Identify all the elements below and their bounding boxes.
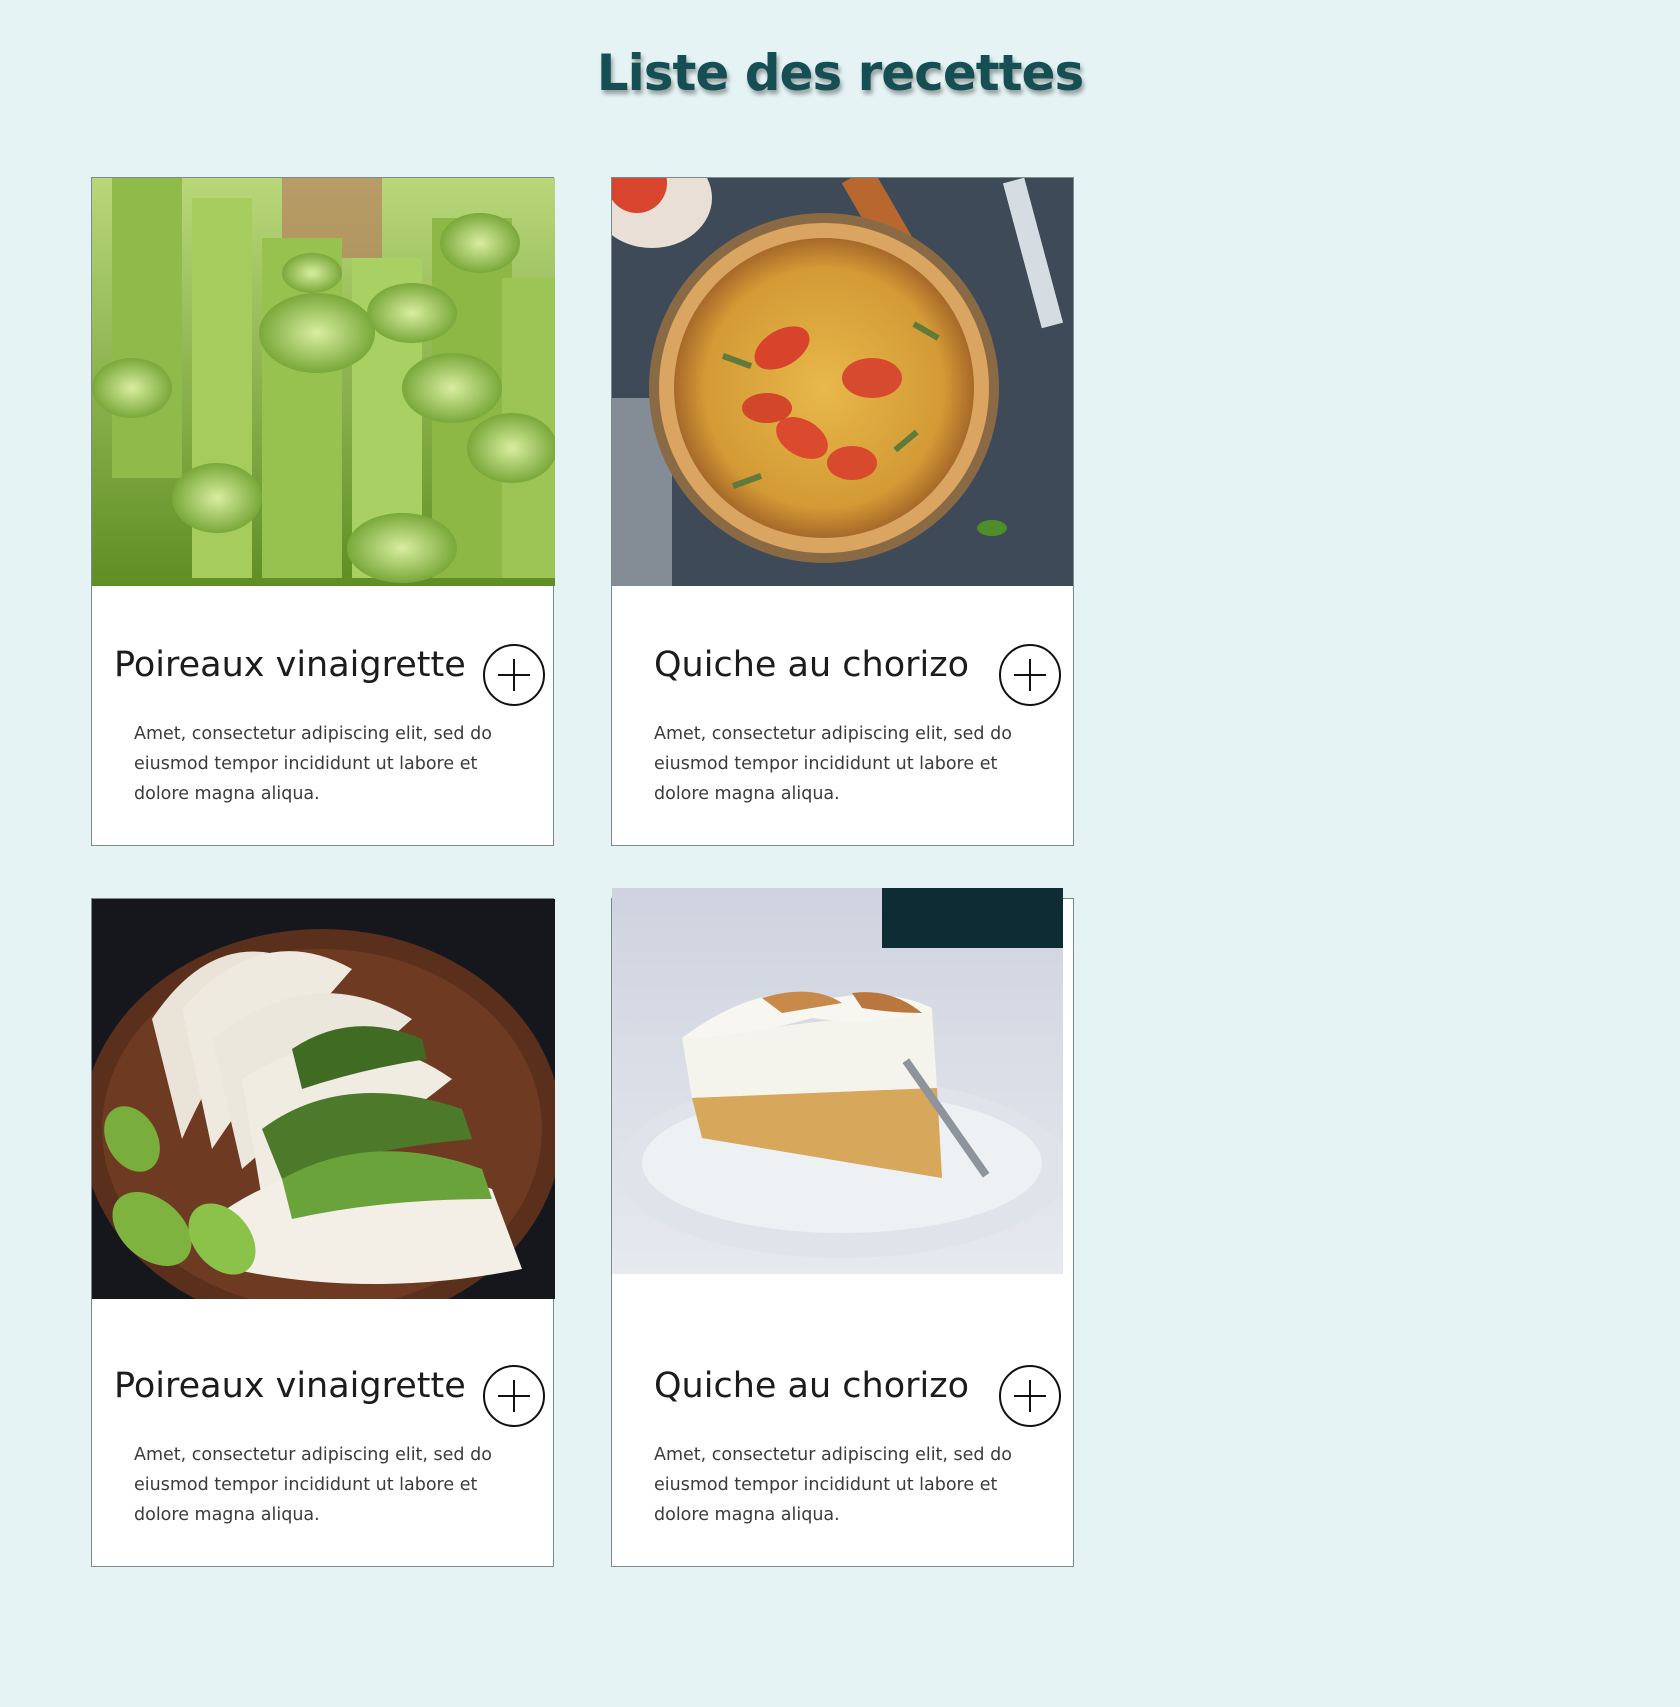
tacos-photo (92, 899, 555, 1299)
recipe-card: Quiche au chorizo Amet, consectetur adip… (611, 888, 1074, 1567)
add-recipe-button[interactable] (999, 1365, 1061, 1427)
recipe-title: Poireaux vinaigrette (114, 645, 466, 685)
add-recipe-button[interactable] (483, 644, 545, 706)
recipe-card: Poireaux vinaigrette Amet, consectetur a… (91, 177, 555, 846)
recipe-card: Poireaux vinaigrette Amet, consectetur a… (91, 898, 555, 1567)
add-recipe-button[interactable] (999, 644, 1061, 706)
recipe-description: Amet, consectetur adipiscing elit, sed d… (134, 724, 492, 804)
recipe-card: Quiche au chorizo Amet, consectetur adip… (611, 177, 1074, 846)
recipe-title: Quiche au chorizo (654, 1366, 970, 1406)
lemon-meringue-pie-photo (612, 888, 1063, 1274)
add-recipe-button[interactable] (483, 1365, 545, 1427)
leeks-photo (92, 178, 555, 586)
recipe-title: Quiche au chorizo (654, 645, 970, 685)
recipe-description: Amet, consectetur adipiscing elit, sed d… (654, 724, 1012, 804)
quiche-photo (612, 178, 1073, 586)
recipe-description: Amet, consectetur adipiscing elit, sed d… (134, 1445, 492, 1525)
recipe-title: Poireaux vinaigrette (114, 1366, 466, 1406)
page-title: Liste des recettes (596, 44, 1084, 102)
recipe-description: Amet, consectetur adipiscing elit, sed d… (654, 1445, 1012, 1525)
